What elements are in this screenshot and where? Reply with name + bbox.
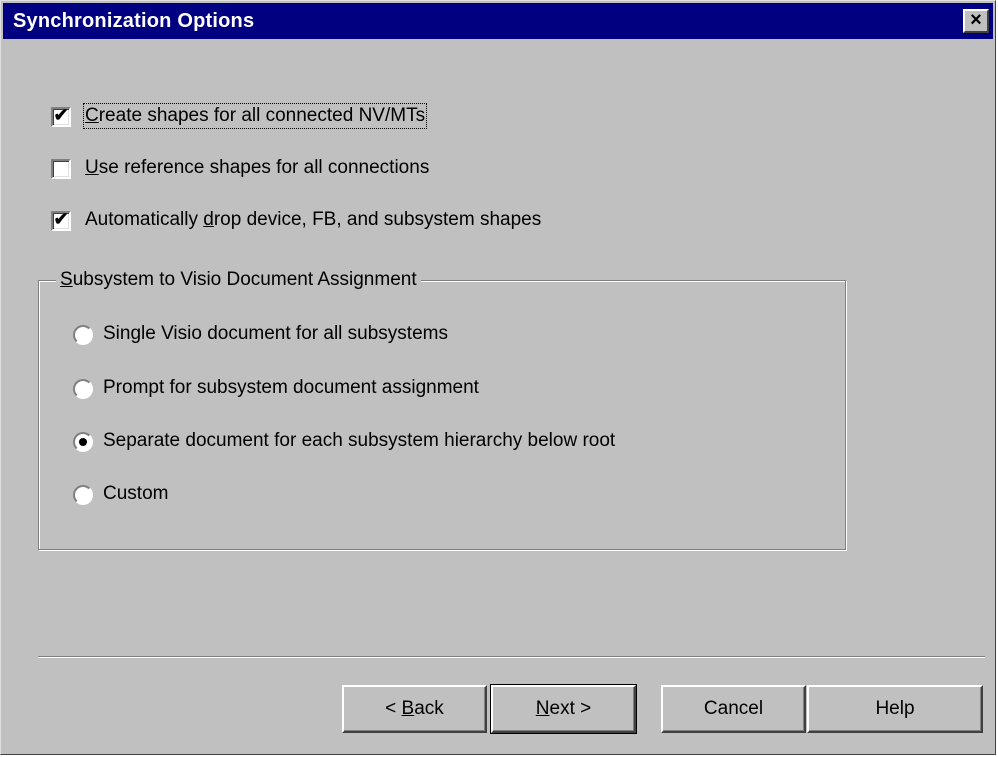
- back-button[interactable]: < Back: [342, 685, 487, 733]
- label-rest: rop device, FB, and subsystem shapes: [213, 209, 542, 230]
- next-button[interactable]: Next >: [490, 684, 637, 734]
- title-bar: Synchronization Options ×: [3, 3, 993, 39]
- reference-shapes-checkbox[interactable]: [51, 159, 71, 179]
- auto-drop-checkbox[interactable]: ✔: [51, 209, 71, 231]
- radio-separate-document[interactable]: [73, 432, 93, 452]
- group-title: Subsystem to Visio Document Assignment: [56, 269, 421, 291]
- radio-selected-dot: [79, 438, 87, 446]
- radio-single-document-label[interactable]: Single Visio document for all subsystems: [103, 323, 448, 345]
- reference-shapes-label[interactable]: Use reference shapes for all connections: [85, 157, 429, 179]
- close-button[interactable]: ×: [963, 9, 989, 33]
- help-button[interactable]: Help: [807, 685, 983, 733]
- label-rest: reate shapes for all connected NV/MTs: [98, 105, 426, 126]
- radio-prompt-assignment-label[interactable]: Prompt for subsystem document assignment: [103, 377, 479, 399]
- radio-single-document[interactable]: [73, 325, 93, 345]
- label-accelerator: C: [85, 105, 99, 126]
- group-title-rest: ubsystem to Visio Document Assignment: [72, 269, 417, 290]
- radio-separate-document-label[interactable]: Separate document for each subsystem hie…: [103, 430, 615, 452]
- back-pre: <: [385, 698, 402, 719]
- window-title: Synchronization Options: [13, 10, 255, 32]
- separator: [38, 656, 985, 658]
- next-accelerator: N: [535, 698, 550, 719]
- label-accelerator: U: [85, 157, 99, 178]
- radio-custom-label[interactable]: Custom: [103, 483, 168, 505]
- group-title-accelerator: S: [60, 269, 73, 290]
- back-accelerator: B: [401, 698, 415, 719]
- checkmark-icon: ✔: [53, 209, 69, 229]
- cancel-button[interactable]: Cancel: [661, 685, 806, 733]
- label-rest: se reference shapes for all connections: [98, 157, 430, 178]
- synchronization-options-dialog: Synchronization Options × ✔ Create shape…: [0, 0, 996, 755]
- checkmark-icon: ✔: [53, 105, 69, 125]
- label-accelerator: d: [203, 209, 214, 230]
- next-rest: ext >: [549, 698, 592, 719]
- back-rest: ack: [414, 698, 444, 719]
- create-shapes-label[interactable]: Create shapes for all connected NV/MTs: [82, 103, 428, 129]
- radio-prompt-assignment[interactable]: [73, 379, 93, 399]
- label-pre: Automatically: [85, 209, 204, 230]
- radio-custom[interactable]: [73, 485, 93, 505]
- auto-drop-label[interactable]: Automatically drop device, FB, and subsy…: [85, 209, 541, 231]
- create-shapes-checkbox[interactable]: ✔: [51, 105, 71, 127]
- close-icon: ×: [970, 9, 982, 31]
- subsystem-assignment-group: [38, 280, 846, 550]
